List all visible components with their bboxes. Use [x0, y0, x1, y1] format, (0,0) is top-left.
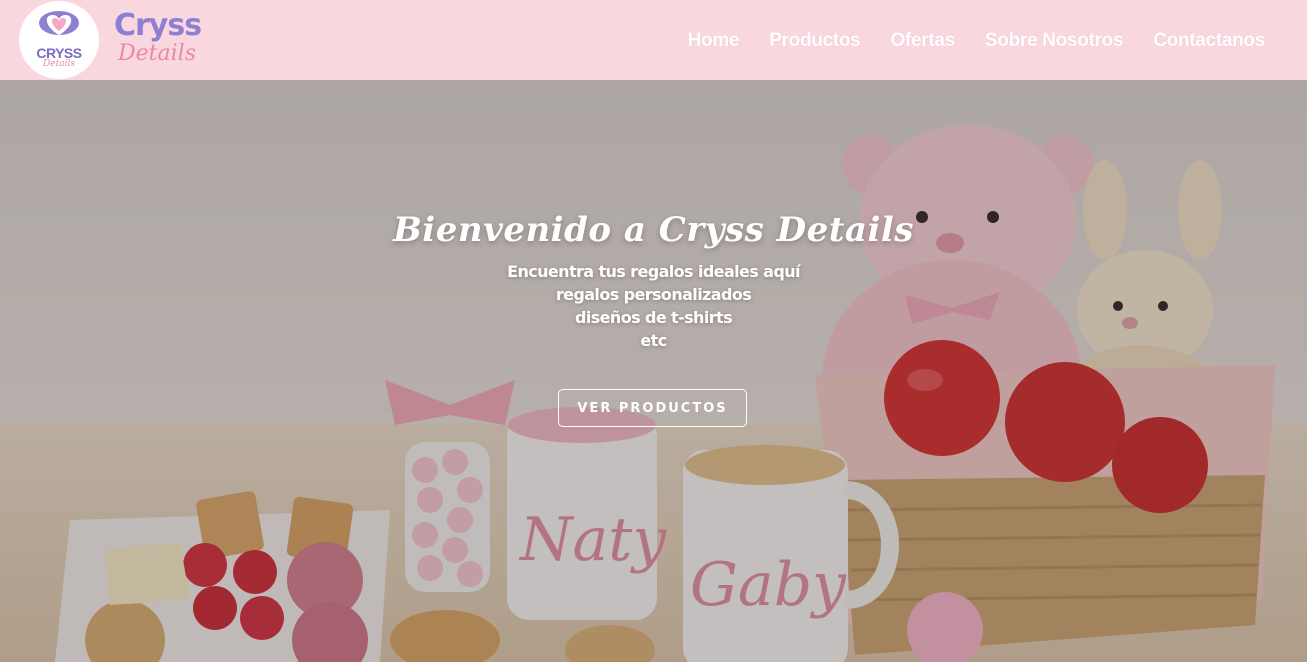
logo-badge[interactable]: CRYSS Details — [19, 1, 99, 79]
nav-home[interactable]: Home — [688, 30, 740, 52]
nav-productos[interactable]: Productos — [769, 30, 861, 52]
ver-productos-button[interactable]: VER PRODUCTOS — [558, 389, 747, 427]
brand-tagline[interactable]: Details — [118, 41, 196, 67]
site-header: CRYSS Details Cryss Details Home Product… — [0, 0, 1307, 80]
heart-logo-icon — [39, 11, 79, 35]
hero-line: regalos personalizados — [555, 285, 752, 304]
main-nav: Home Productos Ofertas Sobre Nosotros Co… — [688, 30, 1266, 52]
hero-overlay — [0, 80, 1307, 662]
hero-line: diseños de t-shirts — [574, 308, 733, 327]
nav-contactanos[interactable]: Contactanos — [1153, 30, 1265, 52]
hero-section: Naty Gaby Bienvenido a Cryss Details Enc… — [0, 80, 1307, 662]
hero-line: etc — [640, 331, 667, 350]
nav-sobre-nosotros[interactable]: Sobre Nosotros — [985, 30, 1124, 52]
hero-subtitle: Encuentra tus regalos ideales aquí regal… — [0, 260, 1307, 352]
logo-badge-sub: Details — [43, 59, 75, 69]
nav-ofertas[interactable]: Ofertas — [890, 30, 955, 52]
hero-line: Encuentra tus regalos ideales aquí — [507, 262, 800, 281]
brand-name[interactable]: Cryss — [114, 9, 202, 43]
hero-title: Bienvenido a Cryss Details — [393, 210, 914, 250]
